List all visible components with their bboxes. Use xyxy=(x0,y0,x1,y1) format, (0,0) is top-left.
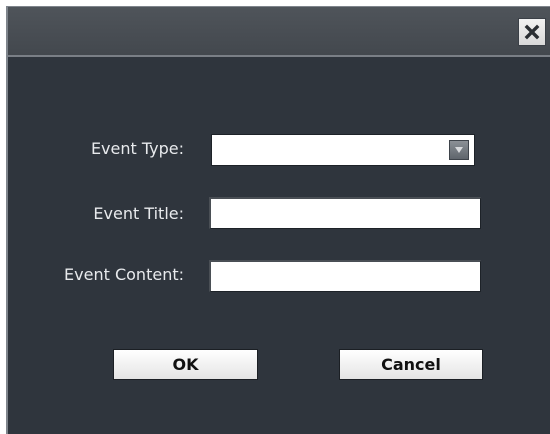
event-content-label: Event Content: xyxy=(64,265,184,284)
close-button[interactable] xyxy=(518,18,546,46)
ok-button[interactable]: OK xyxy=(113,349,258,380)
close-icon xyxy=(524,24,540,40)
event-title-input[interactable] xyxy=(209,197,481,229)
event-title-label: Event Title: xyxy=(93,204,184,223)
cancel-button[interactable]: Cancel xyxy=(339,349,483,380)
event-type-label: Event Type: xyxy=(90,139,184,158)
chevron-down-icon[interactable] xyxy=(449,140,469,160)
event-type-select[interactable] xyxy=(211,134,475,166)
event-dialog: Event Type: Event Title: Event Content: … xyxy=(6,6,550,434)
title-bar[interactable] xyxy=(8,7,550,57)
event-content-input[interactable] xyxy=(209,260,481,292)
